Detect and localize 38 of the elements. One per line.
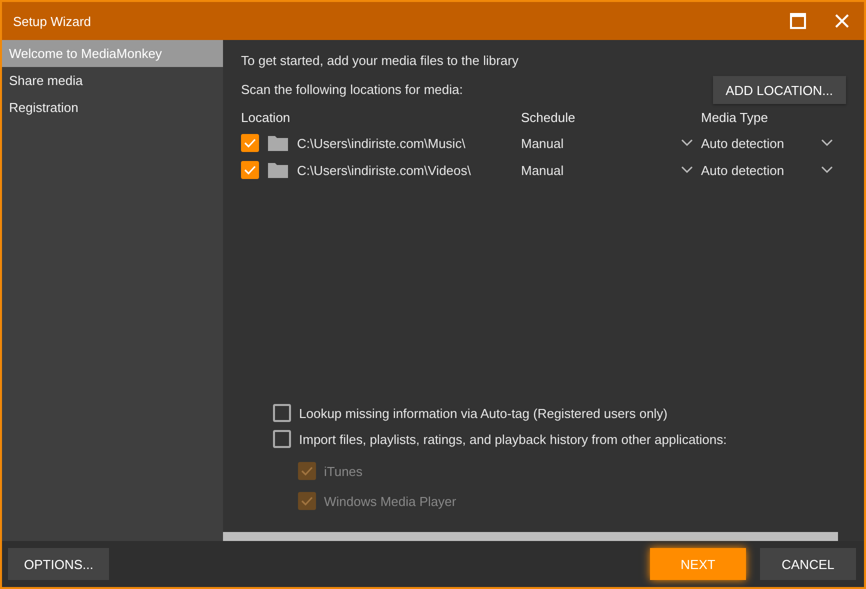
intro-text: To get started, add your media files to the library [241,52,520,70]
checkmark-icon [244,138,256,148]
options-button[interactable]: OPTIONS... [8,548,110,580]
option-label: Windows Media Player [324,494,456,508]
checkmark-icon [301,496,313,506]
column-header: Location [241,110,292,125]
checkbox[interactable] [241,161,259,179]
location-path: C:\Users\indiriste.com\Videos\ [297,162,471,178]
cancel-button[interactable]: CANCEL [760,548,856,580]
maximize-icon [790,13,806,29]
sidebar-item[interactable]: Share media [2,67,223,94]
chevron-down-icon [821,166,833,174]
checkmark-icon [244,165,256,175]
checkbox[interactable] [241,134,259,152]
column-header: Schedule [521,110,576,125]
chevron-down-icon [821,139,833,147]
close-icon [834,13,850,29]
media-type-dropdown[interactable]: Auto detection [701,134,841,152]
option-label: Lookup missing information via Auto-tag (Registered users only) [299,406,668,420]
column-header: Media Type [701,110,769,125]
chevron-down-icon [681,166,693,174]
sidebar-item[interactable]: Registration [2,94,223,121]
media-type-dropdown[interactable]: Auto detection [701,161,841,179]
option-label: Import files, playlists, ratings, and playback history from other applications: [299,432,727,446]
scrollbar[interactable] [223,532,838,541]
folder-icon [268,162,288,178]
window-title: Setup Wizard [13,14,92,28]
chevron-down-icon [681,139,693,147]
checkbox[interactable] [273,404,291,422]
schedule-dropdown[interactable]: Manual [521,161,701,179]
checkbox[interactable] [273,430,291,448]
schedule-dropdown[interactable]: Manual [521,134,701,152]
location-path: C:\Users\indiriste.com\Music\ [297,136,466,150]
checkmark-icon [301,466,313,476]
add-location-button[interactable]: ADD LOCATION... [712,76,846,104]
folder-icon [268,135,288,151]
option-label: iTunes [324,464,363,478]
scan-label: Scan the following locations for media: [241,81,463,99]
